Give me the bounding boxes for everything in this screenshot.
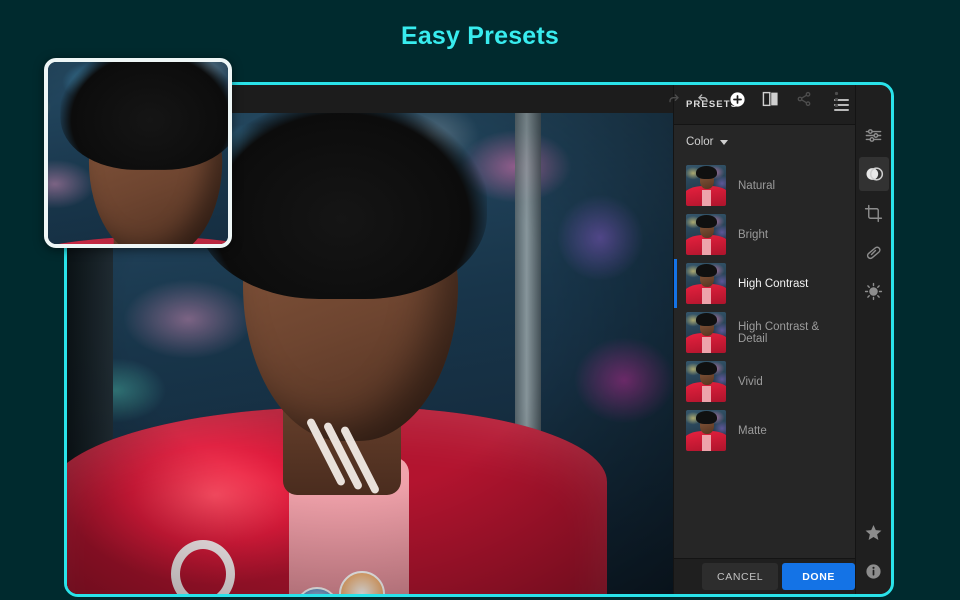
preset-group-color[interactable]: Color	[674, 125, 861, 159]
crop-icon[interactable]	[859, 196, 889, 230]
selection-indicator	[674, 161, 677, 210]
undo-icon[interactable]	[696, 91, 713, 108]
chevron-down-icon[interactable]	[720, 139, 729, 145]
edit-sliders-icon[interactable]	[859, 118, 889, 152]
radial-icon[interactable]	[859, 274, 889, 308]
preview-thumbnail[interactable]	[44, 58, 232, 248]
preset-thumbnail	[686, 410, 726, 451]
done-button[interactable]: DONE	[782, 563, 855, 590]
selection-indicator	[674, 210, 677, 259]
presets-panel: PRESETS Color Natural Bright High Contra…	[673, 85, 861, 594]
cancel-button[interactable]: CANCEL	[702, 563, 779, 590]
preset-item-vivid[interactable]: Vivid	[674, 357, 861, 406]
preset-thumbnail	[686, 263, 726, 304]
preset-list[interactable]: Natural Bright High Contrast High Contra…	[674, 159, 861, 558]
preset-item-bright[interactable]: Bright	[674, 210, 861, 259]
compare-icon[interactable]	[762, 91, 779, 108]
preset-group-label: Color	[686, 136, 714, 148]
preset-label: High Contrast	[738, 277, 809, 290]
top-toolbar	[663, 85, 855, 113]
selection-indicator	[674, 259, 677, 308]
star-icon[interactable]	[859, 515, 889, 549]
preset-item-high-contrast[interactable]: High Contrast	[674, 259, 861, 308]
selection-indicator	[674, 357, 677, 406]
preset-item-matte[interactable]: Matte	[674, 406, 861, 455]
preset-thumbnail	[686, 165, 726, 206]
healing-icon[interactable]	[859, 235, 889, 269]
more-icon[interactable]	[828, 91, 845, 108]
presets-icon[interactable]	[858, 157, 889, 191]
preset-label: Bright	[738, 228, 769, 241]
redo-icon[interactable]	[663, 91, 680, 108]
preset-label: Natural	[738, 179, 776, 192]
preset-label: High Contrast & Detail	[738, 320, 820, 345]
page-title: Easy Presets	[400, 22, 560, 50]
preset-thumbnail	[686, 312, 726, 353]
preset-item-natural[interactable]: Natural	[674, 161, 861, 210]
selection-indicator	[674, 308, 677, 357]
preset-thumbnail	[686, 361, 726, 402]
preview-image	[48, 62, 228, 244]
preset-label: Matte	[738, 424, 767, 437]
add-icon[interactable]	[729, 91, 746, 108]
preset-thumbnail	[686, 214, 726, 255]
tool-rail	[855, 85, 891, 594]
info-icon[interactable]	[859, 554, 889, 588]
preset-item-high-contrast-detail[interactable]: High Contrast & Detail	[674, 308, 861, 357]
selection-indicator	[674, 406, 677, 455]
rail-bottom-group	[859, 510, 889, 594]
action-bar: CANCEL DONE	[674, 558, 861, 594]
preset-label: Vivid	[738, 375, 763, 388]
share-icon[interactable]	[795, 91, 812, 108]
